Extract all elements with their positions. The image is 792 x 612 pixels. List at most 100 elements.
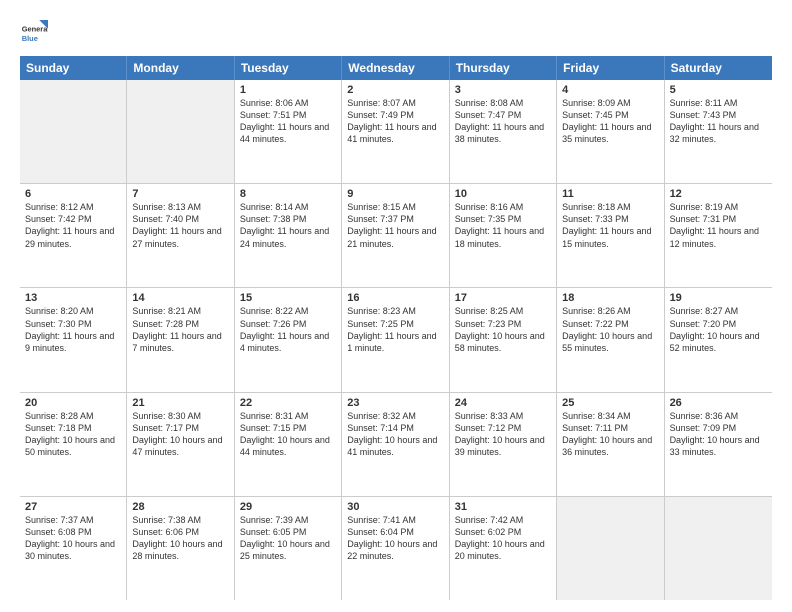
day-number: 29 xyxy=(240,501,336,513)
cell-info: Sunrise: 8:14 AM Sunset: 7:38 PM Dayligh… xyxy=(240,201,336,250)
day-number: 15 xyxy=(240,292,336,304)
cell-info: Sunrise: 8:34 AM Sunset: 7:11 PM Dayligh… xyxy=(562,410,658,459)
calendar-cell xyxy=(127,80,234,183)
cell-info: Sunrise: 8:30 AM Sunset: 7:17 PM Dayligh… xyxy=(132,410,228,459)
cell-info: Sunrise: 7:38 AM Sunset: 6:06 PM Dayligh… xyxy=(132,514,228,563)
cell-info: Sunrise: 8:33 AM Sunset: 7:12 PM Dayligh… xyxy=(455,410,551,459)
day-number: 9 xyxy=(347,188,443,200)
calendar: SundayMondayTuesdayWednesdayThursdayFrid… xyxy=(20,56,772,600)
cell-info: Sunrise: 8:20 AM Sunset: 7:30 PM Dayligh… xyxy=(25,305,121,354)
calendar-cell: 8Sunrise: 8:14 AM Sunset: 7:38 PM Daylig… xyxy=(235,184,342,287)
day-number: 14 xyxy=(132,292,228,304)
day-number: 8 xyxy=(240,188,336,200)
cell-info: Sunrise: 8:16 AM Sunset: 7:35 PM Dayligh… xyxy=(455,201,551,250)
calendar-cell: 11Sunrise: 8:18 AM Sunset: 7:33 PM Dayli… xyxy=(557,184,664,287)
day-number: 23 xyxy=(347,397,443,409)
calendar-cell: 4Sunrise: 8:09 AM Sunset: 7:45 PM Daylig… xyxy=(557,80,664,183)
cell-info: Sunrise: 8:25 AM Sunset: 7:23 PM Dayligh… xyxy=(455,305,551,354)
calendar-week-4: 20Sunrise: 8:28 AM Sunset: 7:18 PM Dayli… xyxy=(20,393,772,497)
cell-info: Sunrise: 8:06 AM Sunset: 7:51 PM Dayligh… xyxy=(240,97,336,146)
day-number: 11 xyxy=(562,188,658,200)
cell-info: Sunrise: 8:07 AM Sunset: 7:49 PM Dayligh… xyxy=(347,97,443,146)
day-number: 12 xyxy=(670,188,767,200)
calendar-week-5: 27Sunrise: 7:37 AM Sunset: 6:08 PM Dayli… xyxy=(20,497,772,600)
header-day-thursday: Thursday xyxy=(450,56,557,80)
cell-info: Sunrise: 8:27 AM Sunset: 7:20 PM Dayligh… xyxy=(670,305,767,354)
calendar-cell: 2Sunrise: 8:07 AM Sunset: 7:49 PM Daylig… xyxy=(342,80,449,183)
calendar-cell: 18Sunrise: 8:26 AM Sunset: 7:22 PM Dayli… xyxy=(557,288,664,391)
calendar-cell: 20Sunrise: 8:28 AM Sunset: 7:18 PM Dayli… xyxy=(20,393,127,496)
day-number: 7 xyxy=(132,188,228,200)
cell-info: Sunrise: 8:19 AM Sunset: 7:31 PM Dayligh… xyxy=(670,201,767,250)
cell-info: Sunrise: 7:41 AM Sunset: 6:04 PM Dayligh… xyxy=(347,514,443,563)
calendar-cell: 17Sunrise: 8:25 AM Sunset: 7:23 PM Dayli… xyxy=(450,288,557,391)
calendar-cell: 14Sunrise: 8:21 AM Sunset: 7:28 PM Dayli… xyxy=(127,288,234,391)
calendar-cell: 1Sunrise: 8:06 AM Sunset: 7:51 PM Daylig… xyxy=(235,80,342,183)
calendar-cell: 29Sunrise: 7:39 AM Sunset: 6:05 PM Dayli… xyxy=(235,497,342,600)
calendar-cell: 12Sunrise: 8:19 AM Sunset: 7:31 PM Dayli… xyxy=(665,184,772,287)
calendar-cell: 27Sunrise: 7:37 AM Sunset: 6:08 PM Dayli… xyxy=(20,497,127,600)
day-number: 13 xyxy=(25,292,121,304)
calendar-cell: 26Sunrise: 8:36 AM Sunset: 7:09 PM Dayli… xyxy=(665,393,772,496)
calendar-cell: 25Sunrise: 8:34 AM Sunset: 7:11 PM Dayli… xyxy=(557,393,664,496)
day-number: 28 xyxy=(132,501,228,513)
calendar-cell xyxy=(557,497,664,600)
header-day-wednesday: Wednesday xyxy=(342,56,449,80)
calendar-week-3: 13Sunrise: 8:20 AM Sunset: 7:30 PM Dayli… xyxy=(20,288,772,392)
header-day-friday: Friday xyxy=(557,56,664,80)
cell-info: Sunrise: 8:13 AM Sunset: 7:40 PM Dayligh… xyxy=(132,201,228,250)
day-number: 20 xyxy=(25,397,121,409)
calendar-cell: 21Sunrise: 8:30 AM Sunset: 7:17 PM Dayli… xyxy=(127,393,234,496)
calendar-cell: 13Sunrise: 8:20 AM Sunset: 7:30 PM Dayli… xyxy=(20,288,127,391)
day-number: 31 xyxy=(455,501,551,513)
cell-info: Sunrise: 8:12 AM Sunset: 7:42 PM Dayligh… xyxy=(25,201,121,250)
cell-info: Sunrise: 8:09 AM Sunset: 7:45 PM Dayligh… xyxy=(562,97,658,146)
calendar-cell: 7Sunrise: 8:13 AM Sunset: 7:40 PM Daylig… xyxy=(127,184,234,287)
cell-info: Sunrise: 8:18 AM Sunset: 7:33 PM Dayligh… xyxy=(562,201,658,250)
cell-info: Sunrise: 8:15 AM Sunset: 7:37 PM Dayligh… xyxy=(347,201,443,250)
day-number: 6 xyxy=(25,188,121,200)
day-number: 4 xyxy=(562,84,658,96)
cell-info: Sunrise: 8:32 AM Sunset: 7:14 PM Dayligh… xyxy=(347,410,443,459)
calendar-cell: 24Sunrise: 8:33 AM Sunset: 7:12 PM Dayli… xyxy=(450,393,557,496)
cell-info: Sunrise: 7:39 AM Sunset: 6:05 PM Dayligh… xyxy=(240,514,336,563)
day-number: 24 xyxy=(455,397,551,409)
cell-info: Sunrise: 8:31 AM Sunset: 7:15 PM Dayligh… xyxy=(240,410,336,459)
cell-info: Sunrise: 7:37 AM Sunset: 6:08 PM Dayligh… xyxy=(25,514,121,563)
cell-info: Sunrise: 8:26 AM Sunset: 7:22 PM Dayligh… xyxy=(562,305,658,354)
calendar-cell xyxy=(665,497,772,600)
cell-info: Sunrise: 8:21 AM Sunset: 7:28 PM Dayligh… xyxy=(132,305,228,354)
header-day-saturday: Saturday xyxy=(665,56,772,80)
day-number: 27 xyxy=(25,501,121,513)
calendar-cell xyxy=(20,80,127,183)
cell-info: Sunrise: 8:23 AM Sunset: 7:25 PM Dayligh… xyxy=(347,305,443,354)
calendar-cell: 22Sunrise: 8:31 AM Sunset: 7:15 PM Dayli… xyxy=(235,393,342,496)
svg-text:Blue: Blue xyxy=(22,34,38,43)
day-number: 18 xyxy=(562,292,658,304)
day-number: 30 xyxy=(347,501,443,513)
calendar-body: 1Sunrise: 8:06 AM Sunset: 7:51 PM Daylig… xyxy=(20,80,772,600)
day-number: 5 xyxy=(670,84,767,96)
header: General Blue xyxy=(20,16,772,48)
calendar-cell: 5Sunrise: 8:11 AM Sunset: 7:43 PM Daylig… xyxy=(665,80,772,183)
calendar-header: SundayMondayTuesdayWednesdayThursdayFrid… xyxy=(20,56,772,80)
calendar-cell: 28Sunrise: 7:38 AM Sunset: 6:06 PM Dayli… xyxy=(127,497,234,600)
cell-info: Sunrise: 8:22 AM Sunset: 7:26 PM Dayligh… xyxy=(240,305,336,354)
day-number: 26 xyxy=(670,397,767,409)
cell-info: Sunrise: 8:28 AM Sunset: 7:18 PM Dayligh… xyxy=(25,410,121,459)
day-number: 25 xyxy=(562,397,658,409)
calendar-cell: 30Sunrise: 7:41 AM Sunset: 6:04 PM Dayli… xyxy=(342,497,449,600)
logo: General Blue xyxy=(20,20,52,48)
day-number: 22 xyxy=(240,397,336,409)
day-number: 21 xyxy=(132,397,228,409)
header-day-sunday: Sunday xyxy=(20,56,127,80)
cell-info: Sunrise: 8:08 AM Sunset: 7:47 PM Dayligh… xyxy=(455,97,551,146)
day-number: 10 xyxy=(455,188,551,200)
calendar-week-1: 1Sunrise: 8:06 AM Sunset: 7:51 PM Daylig… xyxy=(20,80,772,184)
header-day-monday: Monday xyxy=(127,56,234,80)
cell-info: Sunrise: 8:11 AM Sunset: 7:43 PM Dayligh… xyxy=(670,97,767,146)
day-number: 19 xyxy=(670,292,767,304)
day-number: 16 xyxy=(347,292,443,304)
day-number: 1 xyxy=(240,84,336,96)
logo-icon: General Blue xyxy=(20,20,48,48)
